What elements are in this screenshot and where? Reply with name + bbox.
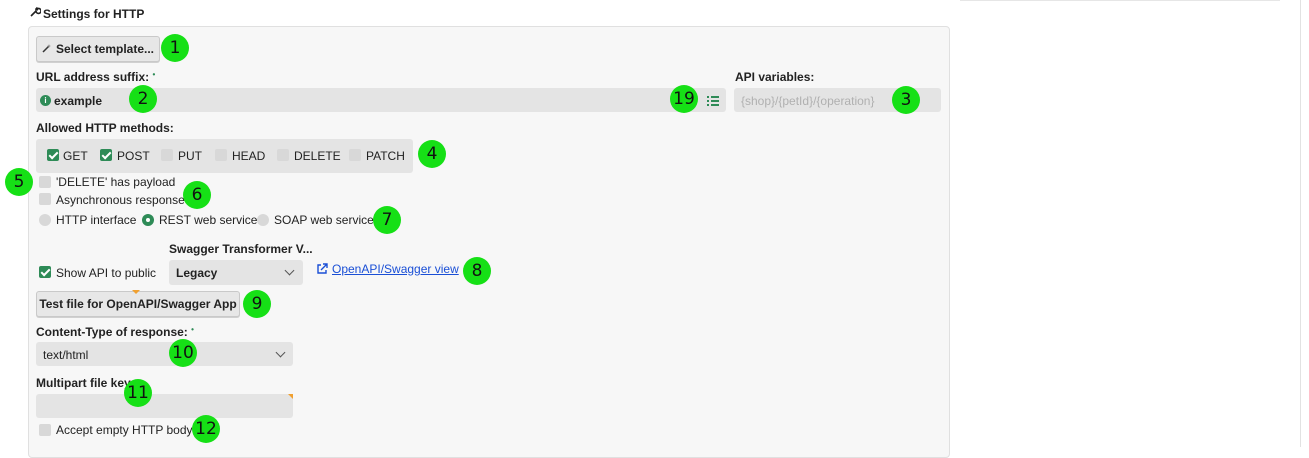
annotation-badge-7: 7	[373, 206, 401, 234]
soap-web-service-radio[interactable]	[257, 214, 269, 226]
openapi-swagger-view-link[interactable]: OpenAPI/Swagger view	[332, 262, 459, 276]
rest-web-service-radio[interactable]	[142, 214, 154, 226]
test-file-button[interactable]: Test file for OpenAPI/Swagger App	[36, 291, 240, 317]
list-icon[interactable]	[707, 95, 719, 106]
annotation-badge-11: 11	[124, 379, 152, 407]
url-suffix-value: example	[54, 94, 103, 108]
method-head-checkbox[interactable]	[215, 149, 227, 161]
method-delete-label: DELETE	[294, 149, 341, 163]
method-patch-checkbox[interactable]	[349, 149, 361, 161]
method-patch-label: PATCH	[366, 149, 405, 163]
content-type-label: Content-Type of response: •	[36, 325, 194, 339]
accept-empty-body-checkbox[interactable]	[39, 424, 51, 436]
hint-marker	[132, 290, 140, 294]
test-file-label: Test file for OpenAPI/Swagger App	[39, 297, 237, 311]
show-api-label: Show API to public	[56, 266, 157, 280]
annotation-badge-9: 9	[243, 290, 271, 318]
delete-payload-checkbox[interactable]	[39, 176, 51, 188]
method-put-label: PUT	[178, 149, 202, 163]
method-post-checkbox[interactable]	[100, 149, 112, 161]
magic-wand-icon	[42, 42, 52, 56]
annotation-badge-19: 19	[670, 85, 698, 113]
show-api-checkbox[interactable]	[39, 266, 51, 278]
annotation-badge-4: 4	[418, 140, 446, 168]
annotation-badge-12: 12	[192, 415, 220, 443]
method-get-checkbox[interactable]	[47, 149, 59, 161]
annotation-badge-8: 8	[463, 257, 491, 285]
multipart-file-key-input[interactable]	[36, 394, 293, 418]
swagger-transformer-value: Legacy	[176, 266, 218, 280]
method-post-label: POST	[117, 149, 150, 163]
select-template-label: Select template...	[55, 42, 155, 56]
api-variables-label: API variables:	[735, 70, 815, 84]
method-delete-checkbox[interactable]	[277, 149, 289, 161]
hint-marker	[288, 394, 293, 399]
external-link-icon[interactable]	[316, 263, 328, 275]
method-put-checkbox[interactable]	[161, 149, 173, 161]
method-head-label: HEAD	[232, 149, 266, 163]
http-interface-radio[interactable]	[39, 214, 51, 226]
soap-web-service-label: SOAP web service	[274, 213, 374, 227]
method-get-label: GET	[63, 149, 88, 163]
async-response-checkbox[interactable]	[39, 193, 51, 205]
annotation-badge-5: 5	[5, 168, 33, 196]
annotation-badge-2: 2	[129, 85, 157, 113]
swagger-transformer-label: Swagger Transformer V...	[169, 242, 313, 256]
api-variables-placeholder: {shop}/{petId}/{operation}	[741, 94, 875, 108]
annotation-badge-6: 6	[183, 181, 211, 209]
multipart-file-key-label: Multipart file key:	[36, 376, 135, 390]
delete-payload-label: 'DELETE' has payload	[56, 175, 176, 189]
annotation-badge-10: 10	[169, 339, 197, 367]
info-icon: i	[40, 95, 51, 106]
annotation-badge-3: 3	[892, 86, 920, 114]
http-methods-label: Allowed HTTP methods:	[36, 121, 174, 135]
annotation-badge-1: 1	[161, 34, 189, 62]
select-template-button[interactable]: Select template...	[36, 36, 160, 62]
async-response-label: Asynchronous response	[56, 193, 185, 207]
url-suffix-label: URL address suffix: •	[36, 70, 156, 84]
accept-empty-body-label: Accept empty HTTP body	[56, 423, 193, 437]
content-type-value: text/html	[43, 348, 89, 362]
rest-web-service-label: REST web service	[159, 213, 258, 227]
wrench-icon	[29, 6, 42, 18]
section-title: Settings for HTTP	[43, 7, 145, 21]
http-interface-label: HTTP interface	[56, 213, 137, 227]
